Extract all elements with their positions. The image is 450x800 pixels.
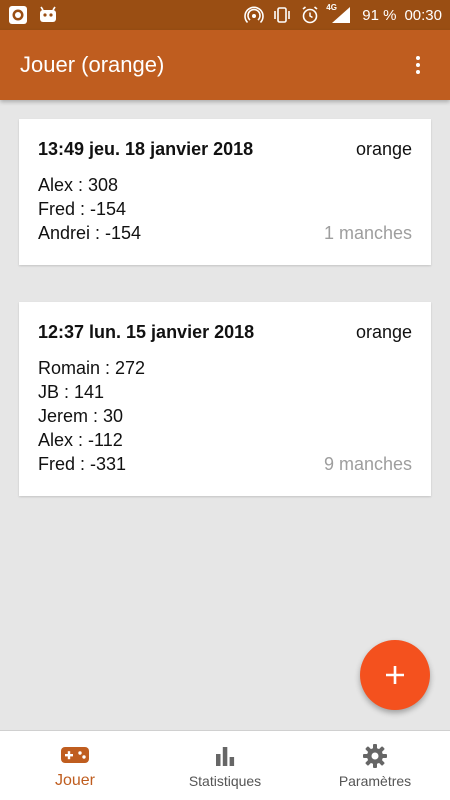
rounds-count: 9 manches bbox=[323, 454, 412, 474]
alarm-icon bbox=[300, 5, 320, 25]
game-deck: orange bbox=[355, 322, 412, 342]
more-vert-icon[interactable] bbox=[406, 45, 430, 85]
hotspot-icon bbox=[244, 5, 265, 25]
status-bar: 4G 91 % 00:30 bbox=[0, 0, 450, 30]
game-date: 12:37 lun. 15 janvier 2018 bbox=[38, 322, 255, 342]
player-scores: Romain : 272 JB : 141 Jerem : 30 Alex : … bbox=[38, 356, 145, 476]
player-score: Romain : 272 bbox=[38, 358, 146, 378]
player-score: Jerem : 30 bbox=[38, 406, 124, 426]
gear-icon bbox=[362, 743, 388, 769]
nav-label: Paramètres bbox=[338, 772, 412, 789]
nav-item-statistiques[interactable]: Statistiques bbox=[150, 731, 300, 800]
app-record-icon bbox=[8, 5, 28, 25]
nav-label: Statistiques bbox=[188, 772, 262, 789]
player-score: Alex : -112 bbox=[38, 430, 123, 450]
add-game-button[interactable] bbox=[360, 640, 430, 710]
signal-icon: 4G bbox=[326, 3, 354, 25]
clock: 00:30 bbox=[404, 6, 442, 24]
bar-chart-icon bbox=[213, 743, 237, 769]
vibrate-icon bbox=[272, 5, 292, 25]
rounds-count: 1 manches bbox=[323, 223, 412, 243]
game-card[interactable]: 12:37 lun. 15 janvier 2018 orange Romain… bbox=[19, 302, 431, 496]
player-score: Andrei : -154 bbox=[38, 223, 142, 243]
android-icon bbox=[38, 5, 58, 25]
player-score: JB : 141 bbox=[38, 382, 105, 402]
page-title: Jouer (orange) bbox=[20, 52, 165, 77]
nav-item-jouer[interactable]: Jouer bbox=[0, 731, 150, 800]
game-date: 13:49 jeu. 18 janvier 2018 bbox=[38, 139, 254, 159]
game-card[interactable]: 13:49 jeu. 18 janvier 2018 orange Alex :… bbox=[19, 119, 431, 265]
bottom-navigation: Jouer Statistiques Paramètres bbox=[0, 730, 450, 800]
nav-item-parametres[interactable]: Paramètres bbox=[300, 731, 450, 800]
plus-icon bbox=[386, 666, 404, 684]
player-score: Fred : -331 bbox=[38, 454, 127, 474]
player-scores: Alex : 308 Fred : -154 Andrei : -154 bbox=[38, 173, 141, 245]
player-score: Fred : -154 bbox=[38, 199, 127, 219]
app-bar: Jouer (orange) bbox=[0, 30, 450, 100]
gamepad-icon bbox=[60, 742, 90, 768]
network-type: 4G bbox=[326, 3, 337, 12]
player-score: Alex : 308 bbox=[38, 175, 119, 195]
battery-percent: 91 % bbox=[362, 6, 397, 24]
game-deck: orange bbox=[355, 139, 412, 159]
nav-label: Jouer bbox=[54, 771, 96, 789]
